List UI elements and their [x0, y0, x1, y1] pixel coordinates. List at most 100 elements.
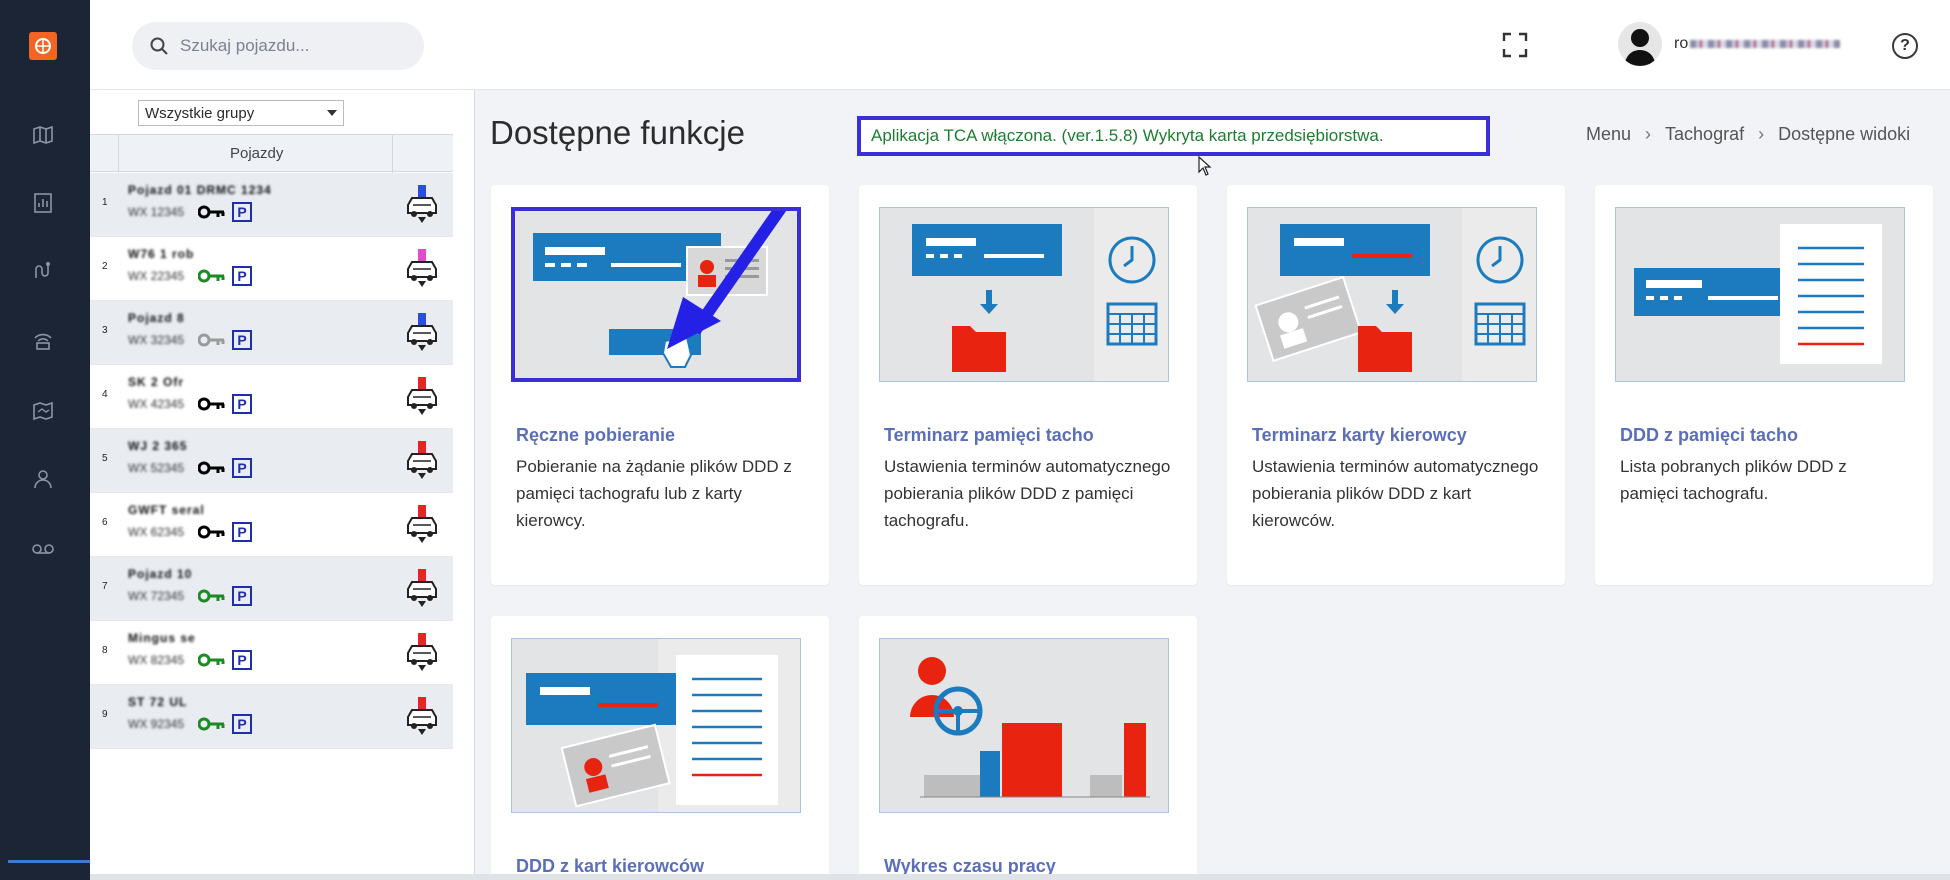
vehicle-name: Pojazd 10 [128, 567, 193, 581]
vehicle-status-car-icon[interactable] [404, 183, 440, 225]
drivers-icon[interactable] [30, 466, 56, 492]
vehicle-meta: WX 62345 P [128, 522, 252, 542]
work-time-chart-icon [879, 638, 1169, 813]
breadcrumb-menu[interactable]: Menu [1586, 124, 1631, 145]
vehicle-row[interactable]: 8 Mingus se WX 82345 P [90, 621, 453, 685]
vehicle-meta: WX 92345 P [128, 714, 252, 734]
vehicle-name: WJ 2 365 [128, 439, 188, 453]
breadcrumb-tachograf[interactable]: Tachograf [1665, 124, 1744, 145]
help-icon[interactable]: ? [1892, 33, 1918, 59]
vehicle-code: WX 52345 [128, 461, 185, 475]
vehicle-code: WX 92345 [128, 717, 185, 731]
vehicle-index: 6 [102, 517, 108, 528]
page-title: Dostępne funkcje [490, 114, 745, 151]
tacho-memory-schedule-icon [879, 207, 1169, 382]
top-bar: ro ? [90, 0, 1950, 90]
chevron-down-icon [327, 110, 337, 116]
vehicle-name: ST 72 UL [128, 695, 188, 709]
ddd-memory-list-icon [1615, 207, 1905, 382]
group-select[interactable]: Wszystkie grupy [138, 100, 344, 126]
ignition-key-icon [198, 653, 225, 667]
vehicle-row[interactable]: 2 W76 1 rob WX 22345 P [90, 237, 453, 301]
vehicle-index: 4 [102, 389, 108, 400]
vehicle-row[interactable]: 4 SK 2 Ofr WX 42345 P [90, 365, 453, 429]
card-work-time-chart[interactable]: Wykres czasu pracy [859, 616, 1197, 880]
parking-icon: P [232, 202, 252, 222]
vehicle-index: 9 [102, 709, 108, 720]
card-ddd-memory-list[interactable]: DDD z pamięci tacho Lista pobranych plik… [1595, 185, 1933, 585]
ignition-key-icon [198, 717, 225, 731]
vehicle-row[interactable]: 3 Pojazd 8 WX 32345 P [90, 301, 453, 365]
fullscreen-icon[interactable] [1502, 32, 1528, 58]
vehicle-row[interactable]: 7 Pojazd 10 WX 72345 P [90, 557, 453, 621]
parking-icon: P [232, 266, 252, 286]
user-menu[interactable]: ro [1618, 22, 1864, 66]
parking-icon: P [232, 586, 252, 606]
vehicle-meta: WX 12345 P [128, 202, 252, 222]
vehicle-status-car-icon[interactable] [404, 567, 440, 609]
tca-status-notice: Aplikacja TCA włączona. (ver.1.5.8) Wykr… [857, 116, 1490, 156]
parking-icon: P [232, 394, 252, 414]
parking-icon: P [232, 330, 252, 350]
map-icon[interactable] [30, 122, 56, 148]
vehicle-meta: WX 52345 P [128, 458, 252, 478]
vehicle-status-car-icon[interactable] [404, 695, 440, 737]
card-title: Ręczne pobieranie [516, 425, 676, 445]
vehicle-code: WX 82345 [128, 653, 185, 667]
vehicle-meta: WX 72345 P [128, 586, 252, 606]
vehicle-list: 1 Pojazd 01 DRMC 1234 WX 12345 P 2 W76 1 rob W… [90, 173, 453, 749]
vehicle-index: 7 [102, 581, 108, 592]
vehicle-status-car-icon[interactable] [404, 439, 440, 481]
breadcrumb-current: Dostępne widoki [1778, 124, 1911, 144]
zones-icon[interactable] [30, 398, 56, 424]
ignition-key-icon [198, 269, 225, 283]
card-ddd-driver-cards[interactable]: DDD z kart kierowców [491, 616, 829, 880]
vehicle-index: 5 [102, 453, 108, 464]
group-select-value: Wszystkie grupy [145, 104, 255, 122]
vehicle-name: Mingus se [128, 631, 196, 645]
vehicle-row[interactable]: 6 GWFT seral WX 62345 P [90, 493, 453, 557]
vehicle-status-car-icon[interactable] [404, 631, 440, 673]
ignition-key-icon [198, 333, 225, 347]
vehicle-status-car-icon[interactable] [404, 311, 440, 353]
vehicle-index: 1 [102, 197, 108, 208]
card-manual-download[interactable]: Ręczne pobieranie Pobieranie na żądanie … [491, 185, 829, 585]
parking-icon: P [232, 522, 252, 542]
parking-icon: P [232, 714, 252, 734]
app-logo-icon[interactable] [29, 32, 57, 60]
vehicle-row[interactable]: 1 Pojazd 01 DRMC 1234 WX 12345 P [90, 173, 453, 237]
vehicle-row[interactable]: 5 WJ 2 365 WX 52345 P [90, 429, 453, 493]
nav-rail [0, 0, 124, 880]
vehicle-index: 8 [102, 645, 108, 656]
vehicle-index: 2 [102, 261, 108, 272]
vehicle-meta: WX 42345 P [128, 394, 252, 414]
vehicle-code: WX 32345 [128, 333, 185, 347]
vehicle-row[interactable]: 9 ST 72 UL WX 92345 P [90, 685, 453, 749]
card-description: Pobieranie na żądanie plików DDD z pamię… [516, 457, 792, 530]
vehicle-meta: WX 82345 P [128, 650, 252, 670]
vehicle-name: SK 2 Ofr [128, 375, 185, 389]
bottom-scrollbar[interactable] [90, 874, 1950, 880]
vehicle-code: WX 42345 [128, 397, 185, 411]
search-input[interactable] [180, 36, 410, 56]
vehicle-name: W76 1 rob [128, 247, 195, 261]
search-box[interactable] [132, 22, 424, 70]
tachograph-icon[interactable] [30, 328, 56, 354]
vehicle-name: Pojazd 8 [128, 311, 185, 325]
parking-icon: P [232, 458, 252, 478]
card-title: DDD z pamięci tacho [1620, 425, 1799, 445]
card-driver-card-schedule[interactable]: Terminarz karty kierowcy Ustawienia term… [1227, 185, 1565, 585]
vehicle-status-car-icon[interactable] [404, 375, 440, 417]
card-tacho-memory-schedule[interactable]: Terminarz pamięci tacho Ustawienia termi… [859, 185, 1197, 585]
vehicle-panel: Wszystkie grupy Pojazdy 1 Pojazd 01 DRMC … [90, 90, 475, 880]
vehicle-status-car-icon[interactable] [404, 247, 440, 289]
voicemail-icon[interactable] [30, 536, 56, 562]
reports-icon[interactable] [30, 190, 56, 216]
vehicle-status-car-icon[interactable] [404, 503, 440, 545]
card-description: Lista pobranych plików DDD z pamięci tac… [1620, 457, 1847, 503]
ignition-key-icon [198, 205, 225, 219]
vehicle-name: GWFT seral [128, 503, 205, 517]
routes-icon[interactable] [30, 258, 56, 284]
parking-icon: P [232, 650, 252, 670]
search-icon [150, 37, 168, 55]
